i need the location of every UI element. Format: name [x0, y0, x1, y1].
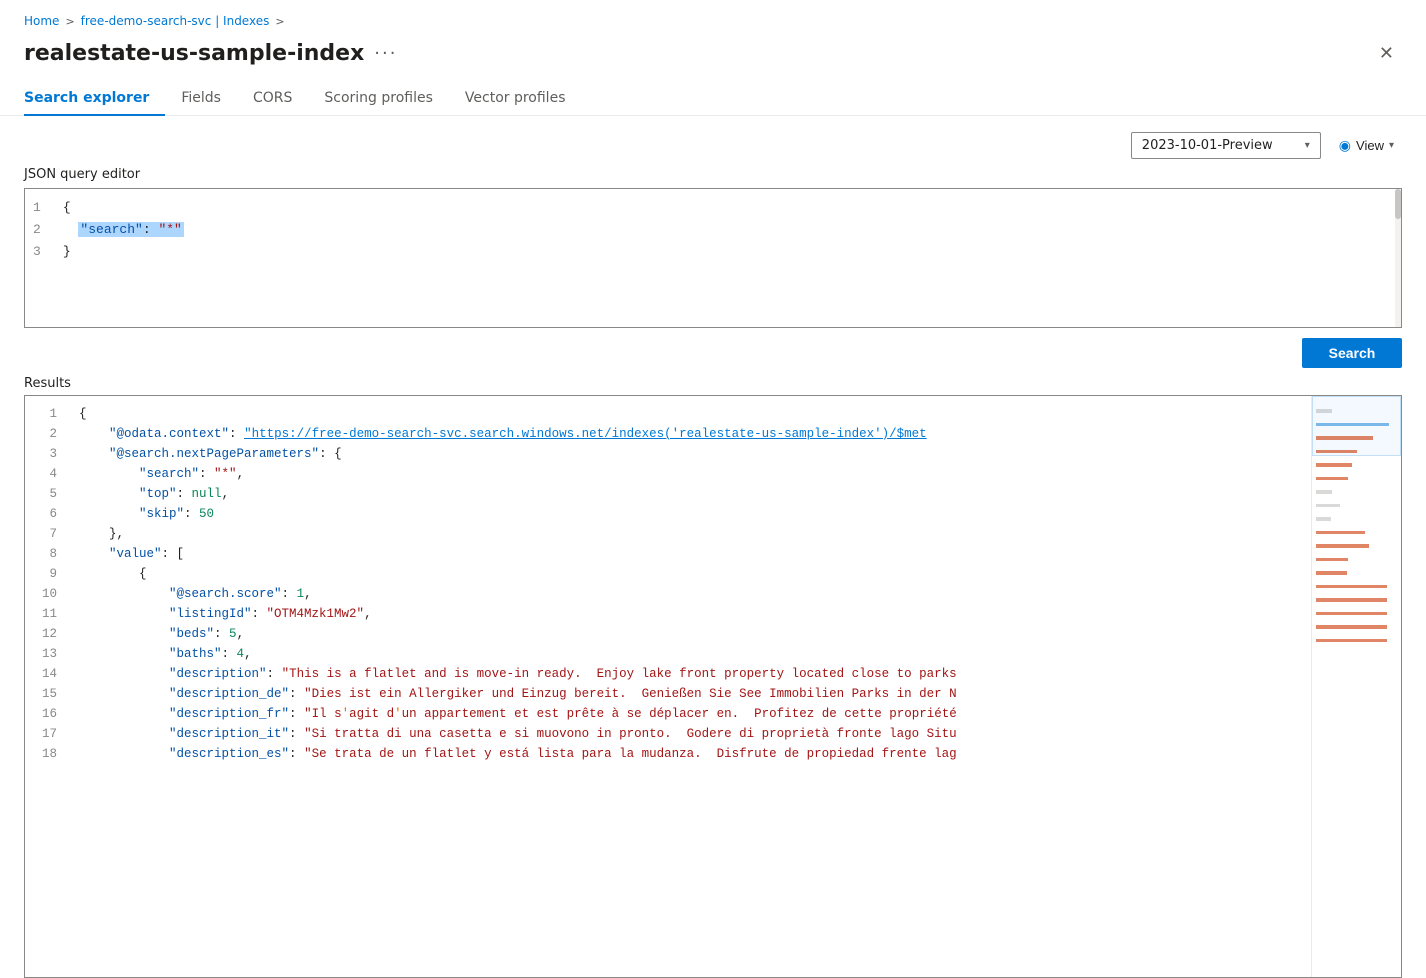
breadcrumb-sep2: >: [275, 15, 284, 28]
title-more-button[interactable]: ···: [374, 43, 397, 64]
results-code-area: { "@odata.context": "https://free-demo-s…: [69, 396, 1311, 977]
editor-scrollbar-thumb: [1395, 189, 1401, 219]
view-button[interactable]: ◉ View ▾: [1331, 132, 1402, 159]
content-area: JSON query editor 1 2 3 { "search": "*" …: [0, 167, 1426, 978]
json-editor[interactable]: 1 2 3 { "search": "*" }: [24, 188, 1402, 328]
eye-icon: ◉: [1339, 137, 1351, 154]
tabs-bar: Search explorer Fields CORS Scoring prof…: [0, 66, 1426, 116]
editor-label: JSON query editor: [24, 167, 1402, 182]
results-label: Results: [24, 376, 1402, 391]
editor-line-numbers: 1 2 3: [25, 189, 53, 327]
version-label: 2023-10-01-Preview: [1142, 138, 1273, 153]
page-header: realestate-us-sample-index ··· ✕: [0, 36, 1426, 66]
breadcrumb: Home > free-demo-search-svc | Indexes >: [0, 0, 1426, 36]
page-container: Home > free-demo-search-svc | Indexes > …: [0, 0, 1426, 978]
search-button[interactable]: Search: [1302, 338, 1402, 368]
search-btn-row: Search: [24, 328, 1402, 376]
breadcrumb-sep1: >: [65, 15, 74, 28]
results-line-numbers: 1 2 3 4 5 6 7 8 9 10 11 12 13 14 15 16 1…: [25, 396, 69, 977]
minimap-highlight: [1312, 396, 1401, 456]
results-minimap: [1311, 396, 1401, 977]
tab-fields[interactable]: Fields: [165, 82, 237, 116]
view-label: View: [1356, 138, 1384, 153]
editor-scrollbar[interactable]: [1395, 189, 1401, 327]
breadcrumb-home[interactable]: Home: [24, 14, 59, 28]
results-container: 1 2 3 4 5 6 7 8 9 10 11 12 13 14 15 16 1…: [24, 395, 1402, 978]
tab-cors[interactable]: CORS: [237, 82, 308, 116]
view-chevron-icon: ▾: [1389, 140, 1394, 151]
tab-search-explorer[interactable]: Search explorer: [24, 82, 165, 116]
toolbar-row: 2023-10-01-Preview ▾ ◉ View ▾: [0, 116, 1426, 167]
version-dropdown[interactable]: 2023-10-01-Preview ▾: [1131, 132, 1321, 159]
close-button[interactable]: ✕: [1371, 40, 1402, 66]
dropdown-chevron-icon: ▾: [1305, 140, 1310, 151]
index-title-text: realestate-us-sample-index: [24, 41, 364, 66]
breadcrumb-service[interactable]: free-demo-search-svc | Indexes: [81, 14, 270, 28]
page-title: realestate-us-sample-index ···: [24, 41, 397, 66]
tab-scoring-profiles[interactable]: Scoring profiles: [308, 82, 449, 116]
editor-code-area[interactable]: { "search": "*" }: [53, 189, 1401, 327]
tab-vector-profiles[interactable]: Vector profiles: [449, 82, 582, 116]
